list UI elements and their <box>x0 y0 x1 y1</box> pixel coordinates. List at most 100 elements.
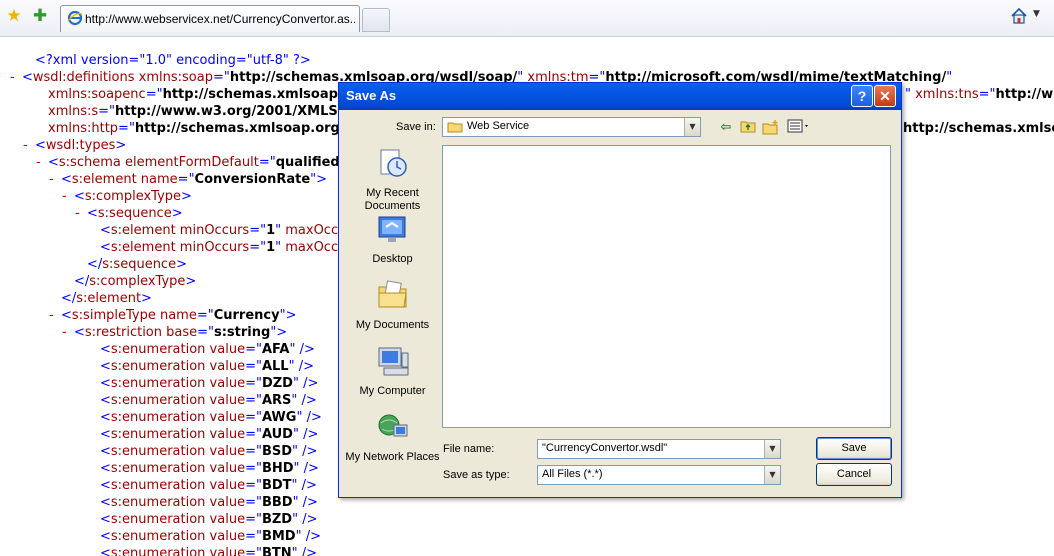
file-name-input[interactable]: "CurrencyConvertor.wsdl" ▼ <box>537 439 781 459</box>
place-recent-documents[interactable]: My Recent Documents <box>345 147 440 213</box>
xml-token: value <box>205 427 246 442</box>
xml-line: </s:element> <box>49 290 152 307</box>
view-menu-icon[interactable] <box>786 119 812 137</box>
xml-token: s:enumeration <box>110 342 206 357</box>
home-dropdown-icon[interactable]: ▼ <box>1033 9 1040 19</box>
xml-token: < <box>100 444 111 459</box>
xml-token: > <box>115 138 127 153</box>
xml-line[interactable]: - <s:sequence> <box>75 205 183 222</box>
collapse-toggle[interactable]: - <box>49 171 61 188</box>
xml-token: value <box>205 461 246 476</box>
dialog-title-bar[interactable]: Save As ? ✕ <box>339 83 901 110</box>
xml-token: < <box>61 308 72 323</box>
file-list[interactable] <box>442 145 891 428</box>
xml-token: s:enumeration <box>110 359 206 374</box>
xml-token: s:enumeration <box>110 461 206 476</box>
xml-token: minOccurs <box>175 223 250 238</box>
xml-line: <s:enumeration value="ARS" /> <box>88 392 317 409</box>
collapse-toggle[interactable]: - <box>10 69 22 86</box>
collapse-toggle[interactable]: - <box>62 188 74 205</box>
chevron-down-icon[interactable]: ▼ <box>764 466 780 484</box>
xml-token: s:enumeration <box>110 546 206 556</box>
xml-line[interactable]: - <wsdl:types> <box>23 137 126 154</box>
save-as-dialog: Save As ? ✕ Save in: Web Service ▼ ⇦ My … <box>338 82 902 498</box>
place-label: Desktop <box>372 253 413 265</box>
xml-token: =" <box>197 325 214 340</box>
xml-line: <s:enumeration value="BTN" /> <box>88 545 317 556</box>
xml-token: name <box>136 172 178 187</box>
collapse-toggle[interactable]: - <box>23 137 35 154</box>
xml-token: < <box>74 189 85 204</box>
xml-token: =" <box>245 393 262 408</box>
xml-line[interactable]: - <s:simpleType name="Currency"> <box>49 307 296 324</box>
xml-line[interactable]: - <s:restriction base="s:string"> <box>62 324 287 341</box>
file-name-value: "CurrencyConvertor.wsdl" <box>542 442 668 454</box>
xml-token: < <box>100 529 111 544</box>
xml-token: < <box>100 512 111 527</box>
cancel-button[interactable]: Cancel <box>816 463 892 486</box>
chevron-down-icon[interactable]: ▼ <box>684 118 700 136</box>
close-button[interactable]: ✕ <box>874 85 896 107</box>
save-in-label: Save in: <box>396 121 436 133</box>
xml-line: <?xml version="1.0" encoding="utf-8" ?> <box>23 52 311 69</box>
new-folder-icon[interactable] <box>762 119 780 137</box>
xml-token: =" <box>249 223 267 238</box>
place-my-computer[interactable]: My Computer <box>345 345 440 398</box>
xml-token: =" <box>245 427 262 442</box>
xml-token: < <box>100 495 111 510</box>
xml-token: wsdl:definitions <box>32 70 135 85</box>
favorites-star-icon[interactable]: ★ <box>4 6 24 26</box>
new-tab-button[interactable] <box>362 8 390 32</box>
help-button[interactable]: ? <box>851 85 873 107</box>
collapse-toggle[interactable]: - <box>75 205 87 222</box>
xml-token: " /> <box>292 495 318 510</box>
collapse-toggle[interactable]: - <box>49 307 61 324</box>
collapse-toggle[interactable]: - <box>36 154 48 171</box>
collapse-toggle[interactable]: - <box>62 324 74 341</box>
xml-token: s:enumeration <box>110 410 206 425</box>
browser-tab[interactable]: http://www.webservicex.net/CurrencyConve… <box>60 5 360 32</box>
xml-token: BHD <box>261 461 294 476</box>
xml-token: AUD <box>261 427 293 442</box>
back-arrow-icon[interactable]: ⇦ <box>717 119 735 137</box>
xml-token: " /> <box>288 359 314 374</box>
add-favorite-icon[interactable]: ✚ <box>30 6 50 26</box>
xml-line: <s:enumeration value="BBD" /> <box>88 494 318 511</box>
save-button[interactable]: Save <box>816 437 892 460</box>
xml-token: s:simpleType <box>71 308 156 323</box>
xml-token: BBD <box>261 495 293 510</box>
xml-token: =" <box>245 529 262 544</box>
xml-token: xmlns:soapenc <box>48 87 146 102</box>
places-bar: My Recent Documents Desktop My Documents <box>345 141 440 471</box>
xml-token: < <box>100 461 111 476</box>
xml-token: " /> <box>292 444 318 459</box>
place-my-documents[interactable]: My Documents <box>345 279 440 332</box>
save-in-dropdown[interactable]: Web Service ▼ <box>442 117 701 137</box>
xml-line[interactable]: - <s:element name="ConversionRate"> <box>49 171 327 188</box>
xml-token: value <box>205 342 246 357</box>
xml-token: < <box>100 427 111 442</box>
place-desktop[interactable]: Desktop <box>345 213 440 266</box>
xml-line[interactable]: - <s:schema elementFormDefault="qualified… <box>36 154 346 171</box>
xml-token: elementFormDefault <box>120 155 259 170</box>
xml-token: s:enumeration <box>110 512 206 527</box>
xml-token: <?xml version="1.0" encoding="utf-8" ?> <box>35 53 311 68</box>
chevron-down-icon[interactable]: ▼ <box>764 440 780 458</box>
xml-token: minOccurs <box>175 240 250 255</box>
xml-line: </s:complexType> <box>62 273 196 290</box>
xml-token: value <box>205 393 246 408</box>
place-network[interactable]: My Network Places <box>345 411 440 464</box>
xml-token: > <box>171 206 183 221</box>
xml-token: " /> <box>293 461 319 476</box>
xml-token: BZD <box>261 512 293 527</box>
xml-token: 1 <box>266 223 276 238</box>
home-icon[interactable] <box>1010 7 1028 25</box>
xml-token: " /> <box>292 427 319 442</box>
save-as-type-dropdown[interactable]: All Files (*.*) ▼ <box>537 465 781 485</box>
xml-token: < <box>74 325 85 340</box>
xml-token: 1 <box>266 240 276 255</box>
xml-line: <s:enumeration value="BMD" /> <box>88 528 321 545</box>
up-folder-icon[interactable] <box>739 119 757 137</box>
xml-line[interactable]: - <s:complexType> <box>62 188 192 205</box>
xml-token: > <box>141 291 152 306</box>
